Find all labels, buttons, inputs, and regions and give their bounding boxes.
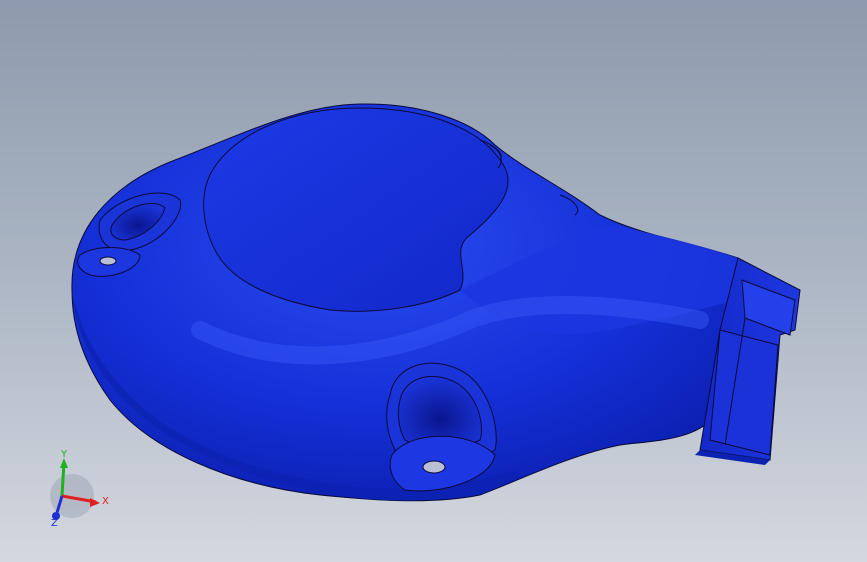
x-axis-arrow <box>90 498 100 507</box>
top-lid-surface <box>203 107 509 312</box>
coordinate-triad: Y X Z <box>50 449 109 528</box>
graphics-viewport[interactable]: Y X Z <box>0 0 867 562</box>
3d-part-model[interactable] <box>0 0 867 562</box>
z-axis-label: Z <box>51 518 58 528</box>
x-axis-label: X <box>102 496 109 507</box>
y-axis-label: Y <box>60 449 68 460</box>
